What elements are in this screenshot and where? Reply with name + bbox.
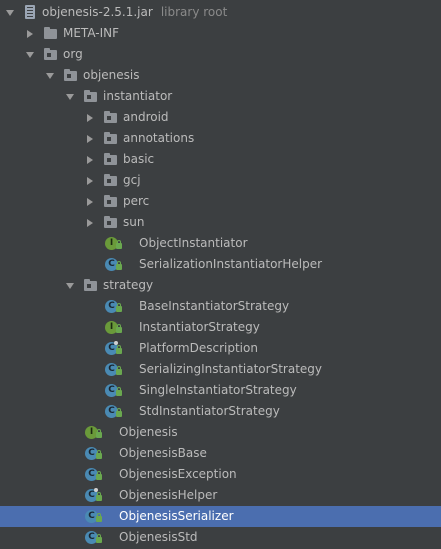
tree-row-class-objenesisserializer-selected[interactable]: C ObjenesisSerializer (0, 506, 441, 527)
class-label: SerializingInstantiatorStrategy (139, 362, 322, 376)
tree-row-package-android[interactable]: android (0, 107, 441, 128)
tree-row-objenesis-package[interactable]: objenesis (0, 65, 441, 86)
tree-row-package-perc[interactable]: perc (0, 191, 441, 212)
tree-row-org[interactable]: org (0, 44, 441, 65)
collapsed-arrow-icon[interactable] (84, 149, 96, 170)
class-label: ObjenesisHelper (119, 488, 218, 502)
tree-row-class-singleinstantiatorstrategy[interactable]: C SingleInstantiatorStrategy (0, 380, 441, 401)
class-label: ObjenesisSerializer (119, 509, 234, 523)
class-label: ObjenesisStd (119, 530, 198, 544)
collapsed-arrow-icon[interactable] (24, 23, 36, 44)
tree-row-class-baseinstantiatorstrategy[interactable]: C BaseInstantiatorStrategy (0, 296, 441, 317)
class-label: BaseInstantiatorStrategy (139, 299, 290, 313)
tree-row-class-objectinstantiator[interactable]: I ObjectInstantiator (0, 233, 441, 254)
package-label: android (123, 110, 169, 124)
class-icon: C (105, 404, 123, 420)
collapsed-arrow-icon[interactable] (84, 128, 96, 149)
expand-arrow-icon[interactable] (4, 2, 16, 23)
tree-row-class-objenesisexception[interactable]: C ObjenesisException (0, 464, 441, 485)
class-icon: C (85, 509, 103, 525)
tree-row-instantiator-package[interactable]: instantiator (0, 86, 441, 107)
meta-inf-label: META-INF (63, 26, 120, 40)
package-icon (63, 68, 81, 84)
tree-row-package-sun[interactable]: sun (0, 212, 441, 233)
tree-row-class-objenesis[interactable]: I Objenesis (0, 422, 441, 443)
tree-row-class-objenesisstd[interactable]: C ObjenesisStd (0, 527, 441, 548)
collapsed-arrow-icon[interactable] (84, 212, 96, 233)
tree-row-meta-inf[interactable]: META-INF (0, 23, 441, 44)
library-root-hint: library root (160, 5, 228, 19)
package-label: perc (123, 194, 150, 208)
class-icon: C (105, 257, 123, 273)
final-class-icon: C (105, 341, 123, 357)
tree-row-class-platformdescription[interactable]: C PlatformDescription (0, 338, 441, 359)
class-label: StdInstantiatorStrategy (139, 404, 280, 418)
package-icon (103, 152, 121, 168)
class-icon: C (85, 446, 103, 462)
collapsed-arrow-icon[interactable] (84, 191, 96, 212)
jar-icon (22, 5, 40, 21)
objenesis-package-label: objenesis (83, 68, 140, 82)
package-icon (103, 215, 121, 231)
expand-arrow-icon[interactable] (24, 44, 36, 65)
org-label: org (63, 47, 83, 61)
root-label: objenesis-2.5.1.jar (42, 5, 153, 19)
class-label: ObjectInstantiator (139, 236, 248, 250)
tree-row-class-objenesisbase[interactable]: C ObjenesisBase (0, 443, 441, 464)
package-label: sun (123, 215, 145, 229)
instantiator-package-label: instantiator (103, 89, 173, 103)
expand-arrow-icon[interactable] (64, 86, 76, 107)
class-label: ObjenesisException (119, 467, 237, 481)
class-label: SingleInstantiatorStrategy (139, 383, 297, 397)
tree-row-package-gcj[interactable]: gcj (0, 170, 441, 191)
tree-row-class-serializationinstantiatorhelper[interactable]: C SerializationInstantiatorHelper (0, 254, 441, 275)
package-icon (103, 194, 121, 210)
package-icon (43, 47, 61, 63)
collapsed-arrow-icon[interactable] (84, 170, 96, 191)
project-tree: objenesis-2.5.1.jar library root META-INF… (0, 2, 441, 548)
final-class-icon: C (85, 488, 103, 504)
class-icon: C (85, 467, 103, 483)
package-label: annotations (123, 131, 195, 145)
tree-row-class-serializinginstantiatorstrategy[interactable]: C SerializingInstantiatorStrategy (0, 359, 441, 380)
tree-row-class-stdinstantiatorstrategy[interactable]: C StdInstantiatorStrategy (0, 401, 441, 422)
class-icon: C (105, 383, 123, 399)
package-label: gcj (123, 173, 141, 187)
interface-icon: I (85, 425, 103, 441)
interface-icon: I (105, 320, 123, 336)
tree-row-class-objenesishelper[interactable]: C ObjenesisHelper (0, 485, 441, 506)
package-label: basic (123, 152, 155, 166)
package-icon (83, 278, 101, 294)
collapsed-arrow-icon[interactable] (84, 107, 96, 128)
expand-arrow-icon[interactable] (64, 275, 76, 296)
package-icon (103, 131, 121, 147)
class-label: Objenesis (119, 425, 178, 439)
class-label: InstantiatorStrategy (139, 320, 260, 334)
strategy-package-label: strategy (103, 278, 154, 292)
class-label: SerializationInstantiatorHelper (139, 257, 323, 271)
package-icon (103, 173, 121, 189)
class-label: ObjenesisBase (119, 446, 207, 460)
tree-row-package-annotations[interactable]: annotations (0, 128, 441, 149)
class-label: PlatformDescription (139, 341, 258, 355)
class-icon: C (105, 362, 123, 378)
interface-icon: I (105, 236, 123, 252)
expand-arrow-icon[interactable] (44, 65, 56, 86)
abstract-class-icon: C (105, 299, 123, 315)
package-icon (83, 89, 101, 105)
tree-row-class-instantiatorstrategy[interactable]: I InstantiatorStrategy (0, 317, 441, 338)
folder-icon (43, 26, 61, 42)
package-icon (103, 110, 121, 126)
tree-row-package-basic[interactable]: basic (0, 149, 441, 170)
tree-row-strategy-package[interactable]: strategy (0, 275, 441, 296)
tree-row-root-jar[interactable]: objenesis-2.5.1.jar library root (0, 2, 441, 23)
class-icon: C (85, 530, 103, 546)
